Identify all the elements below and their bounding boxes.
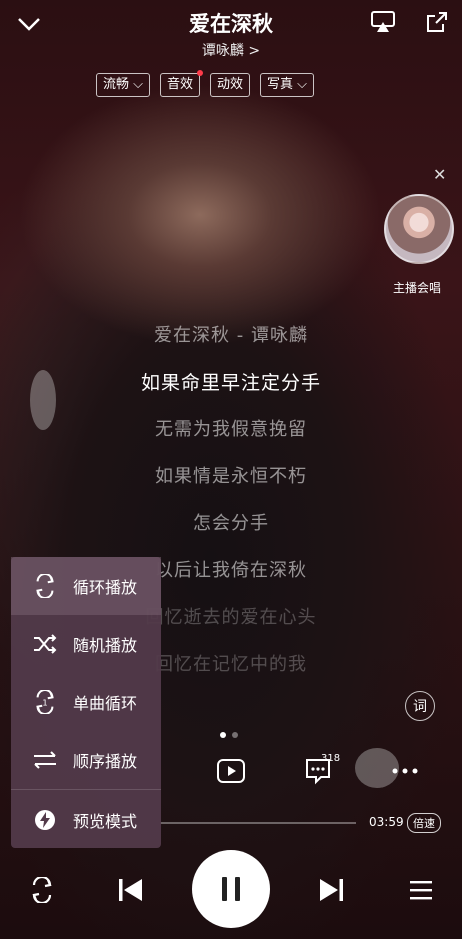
comment-count-badge: 318	[321, 753, 341, 764]
cast-icon[interactable]	[368, 8, 398, 36]
menu-item-loop[interactable]: 循环播放	[11, 557, 161, 615]
menu-item-label: 随机播放	[73, 636, 138, 655]
playlist-icon[interactable]	[405, 874, 437, 906]
pause-icon	[222, 877, 240, 901]
menu-item-preview-mode[interactable]: 预览模式	[11, 791, 161, 849]
menu-item-label: 预览模式	[73, 812, 138, 831]
share-icon[interactable]	[422, 8, 452, 36]
loop-mode-icon[interactable]	[26, 874, 58, 906]
chip-photo[interactable]: 写真 ⌵	[260, 73, 315, 97]
sequence-icon	[29, 748, 61, 772]
chip-sound-effect[interactable]: 音效	[160, 70, 204, 97]
play-mode-menu: 循环播放 随机播放 1 单曲循环 顺序播放 预览模式	[11, 557, 161, 848]
lyric-line-current: 如果命里早注定分手	[140, 372, 321, 394]
page-dot-active	[220, 732, 226, 738]
menu-item-single-loop[interactable]: 1 单曲循环	[11, 673, 161, 731]
quality-chips: 流畅 ⌵ 音效 动效 写真 ⌵	[96, 70, 315, 97]
chip-fluency[interactable]: 流畅 ⌵	[96, 73, 150, 97]
progress-bar[interactable]	[160, 822, 356, 824]
more-icon[interactable]	[389, 756, 421, 786]
loop-icon	[29, 574, 61, 598]
menu-item-label: 循环播放	[73, 578, 138, 597]
menu-divider	[11, 789, 161, 790]
avatar[interactable]	[384, 194, 454, 264]
menu-item-label: 单曲循环	[73, 694, 138, 713]
video-icon[interactable]	[215, 756, 247, 786]
lyric-line: 爱在深秋 - 谭咏麟	[154, 325, 308, 346]
page-indicator	[220, 732, 238, 738]
lyric-line: 无需为我假意挽留	[155, 419, 307, 440]
chip-label: 音效	[167, 77, 194, 92]
previous-icon[interactable]	[114, 874, 146, 906]
pause-button[interactable]	[192, 850, 270, 928]
lyric-toggle-button[interactable]: 词	[405, 691, 435, 721]
lightning-icon	[29, 808, 61, 832]
top-bar: 爱在深秋 谭咏麟 >	[0, 0, 462, 70]
single-loop-icon: 1	[29, 690, 61, 714]
lyric-line: 怎会分手	[193, 513, 269, 534]
menu-item-sequence[interactable]: 顺序播放	[11, 731, 161, 789]
total-time: 03:59	[369, 815, 404, 829]
close-icon[interactable]: ✕	[433, 165, 446, 184]
menu-item-label: 顺序播放	[73, 752, 138, 771]
avatar-label: 主播会唱	[392, 281, 441, 295]
page-dot	[232, 732, 238, 738]
next-icon[interactable]	[316, 874, 348, 906]
shuffle-icon	[29, 632, 61, 656]
svg-text:1: 1	[42, 698, 47, 708]
notification-dot	[197, 70, 204, 76]
speed-button[interactable]: 倍速	[407, 813, 441, 833]
lyric-line: 如果情是永恒不朽	[155, 466, 307, 487]
chip-animation[interactable]: 动效	[210, 73, 251, 97]
menu-item-shuffle[interactable]: 随机播放	[11, 615, 161, 673]
artist-link[interactable]: 谭咏麟 >	[0, 40, 462, 60]
